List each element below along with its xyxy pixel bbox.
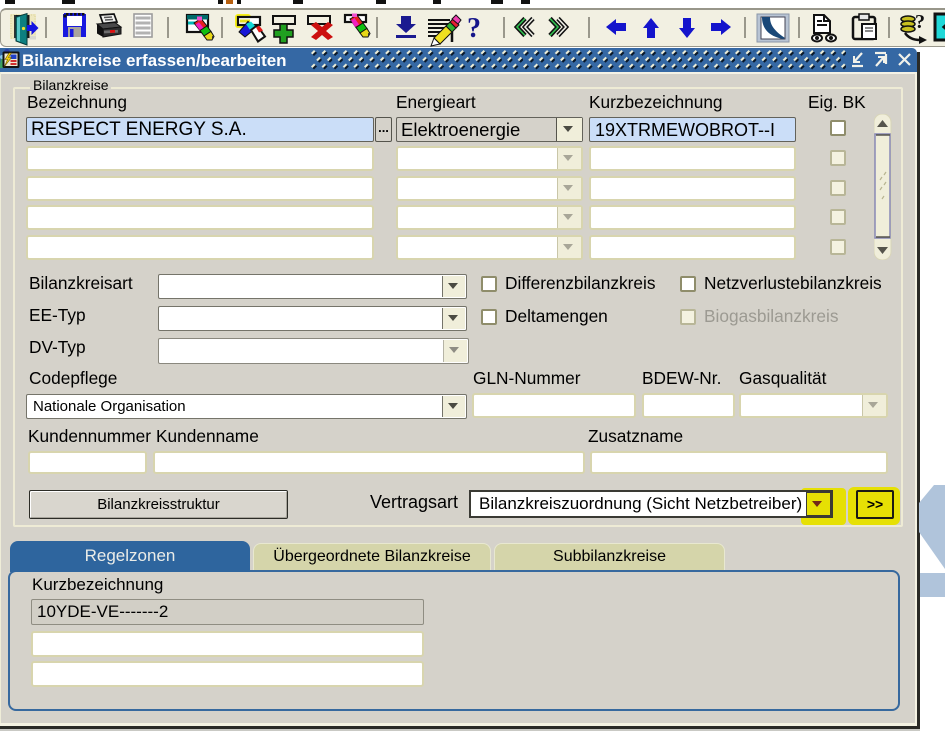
svg-text:?: ? (915, 11, 925, 33)
svg-text:?: ? (467, 13, 481, 44)
